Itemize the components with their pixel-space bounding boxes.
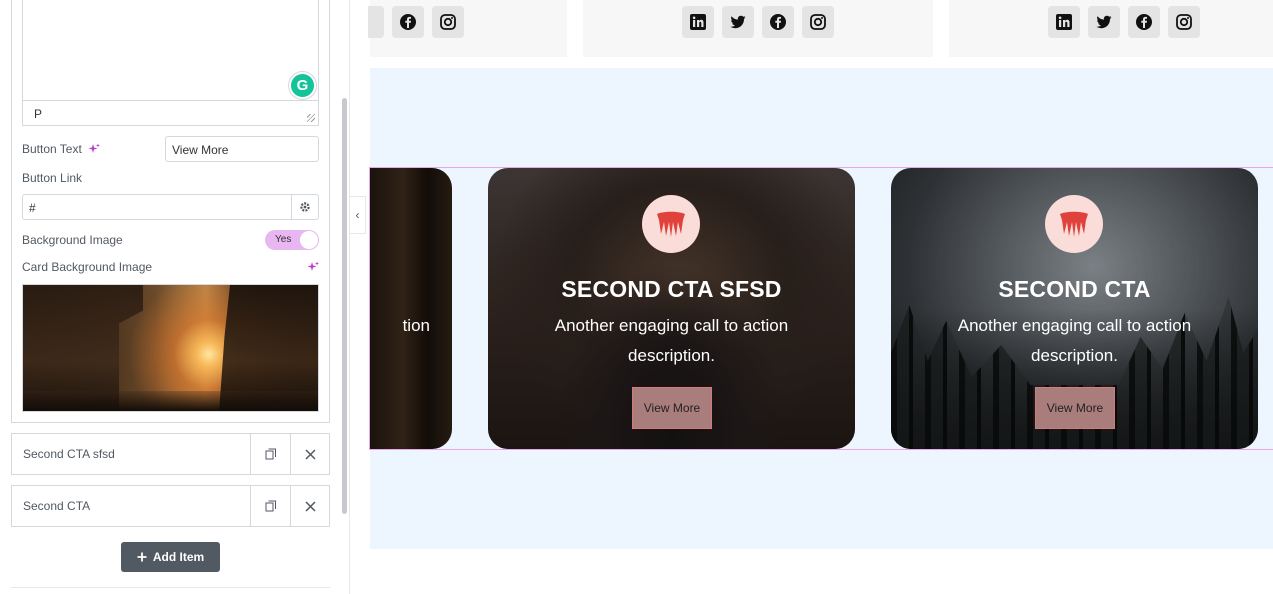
card-background-image-label: Card Background Image	[22, 260, 153, 274]
close-icon	[305, 448, 316, 460]
collapse-panel-button[interactable]: ‹	[350, 196, 366, 234]
add-item-button[interactable]: Add Item	[121, 542, 220, 572]
facebook-icon[interactable]	[762, 6, 794, 38]
duplicate-button[interactable]	[250, 434, 290, 474]
duplicate-icon	[265, 500, 276, 512]
button-text-input[interactable]: View More	[165, 136, 319, 162]
social-links	[368, 6, 464, 38]
cta-card-description: Another engaging call to action descript…	[554, 316, 789, 365]
editor-path-bar: P	[22, 100, 319, 126]
instagram-icon[interactable]	[432, 6, 464, 38]
cta-card-title: SECOND CTA	[998, 276, 1151, 302]
repeater-item-title: Second CTA	[23, 499, 91, 513]
button-link-input[interactable]: #	[22, 194, 292, 220]
duplicate-button[interactable]	[250, 486, 290, 526]
editor-panel: G P Button Text View More Button Link # …	[0, 0, 350, 594]
repeater-item[interactable]: Second CTA sfsd	[11, 433, 330, 475]
resize-handle-icon[interactable]	[307, 114, 315, 122]
editor-screen: G P Button Text View More Button Link # …	[0, 0, 1273, 594]
cta-card-description: Another engaging call to action descript…	[957, 316, 1192, 365]
remove-button[interactable]	[290, 486, 330, 526]
remove-button[interactable]	[290, 434, 330, 474]
cta-card-description: tion	[402, 316, 430, 335]
twitter-icon[interactable]	[722, 6, 754, 38]
panel-scrollbar[interactable]	[342, 98, 347, 514]
team-card-social	[949, 0, 1273, 57]
cta-card[interactable]: SECOND CTA SFSD Another engaging call to…	[488, 168, 855, 449]
ai-sparkle-icon[interactable]	[88, 143, 100, 155]
button-link-label: Button Link	[22, 171, 83, 185]
path-text: P	[34, 107, 43, 121]
instagram-icon[interactable]	[802, 6, 834, 38]
duplicate-icon	[265, 448, 276, 460]
ai-sparkle-icon[interactable]	[307, 261, 319, 273]
facebook-icon[interactable]	[1128, 6, 1160, 38]
button-text-label: Button Text	[22, 142, 82, 156]
cta-card-button[interactable]: View More	[632, 387, 712, 429]
cta-card[interactable]: SECOND CTA Another engaging call to acti…	[891, 168, 1258, 449]
add-item-label: Add Item	[152, 550, 205, 564]
social-links	[682, 6, 834, 38]
plus-icon	[137, 552, 147, 562]
cta-logo-icon	[1045, 195, 1103, 253]
gear-icon	[300, 202, 310, 212]
description-editor[interactable]	[22, 0, 319, 101]
linkedin-icon[interactable]	[1048, 6, 1080, 38]
cta-logo-icon	[642, 195, 700, 253]
repeater-item[interactable]: Second CTA	[11, 485, 330, 527]
social-links	[1048, 6, 1200, 38]
toggle-label: Yes	[275, 234, 292, 245]
card-background-image-preview[interactable]	[22, 284, 319, 412]
grammarly-icon[interactable]: G	[289, 72, 316, 99]
close-icon	[305, 500, 316, 512]
toggle-knob	[300, 231, 318, 249]
cta-card-partial[interactable]: tion	[370, 168, 452, 449]
panel-divider	[11, 587, 330, 588]
cta-card-overlay	[370, 168, 452, 449]
background-image-toggle[interactable]: Yes	[265, 230, 319, 250]
twitter-icon[interactable]	[1088, 6, 1120, 38]
team-card-social	[583, 0, 933, 57]
instagram-icon[interactable]	[1168, 6, 1200, 38]
cta-card-title: SECOND CTA SFSD	[561, 276, 782, 302]
link-options-button[interactable]	[291, 194, 319, 220]
facebook-icon[interactable]	[392, 6, 424, 38]
team-card-social	[368, 0, 567, 57]
chevron-left-icon: ‹	[355, 208, 360, 222]
linkedin-icon[interactable]	[682, 6, 714, 38]
repeater-item-title: Second CTA sfsd	[23, 447, 115, 461]
image-street	[23, 391, 318, 411]
background-image-label: Background Image	[22, 233, 123, 247]
twitter-icon[interactable]	[368, 6, 384, 38]
cta-card-button[interactable]: View More	[1035, 387, 1115, 429]
